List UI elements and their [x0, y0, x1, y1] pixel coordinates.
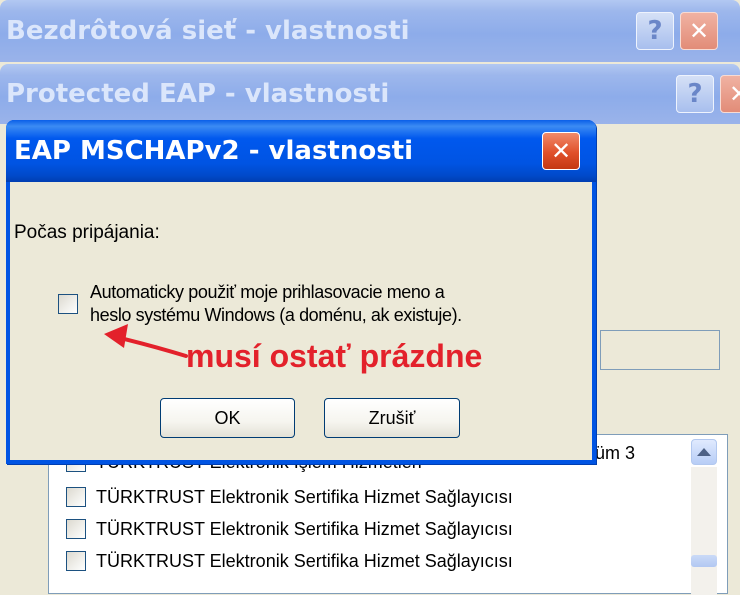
mschapv2-close-button[interactable]: ✕ [542, 132, 580, 170]
chevron-up-icon [697, 448, 711, 456]
peap-titlebar[interactable]: Protected EAP - vlastnosti [0, 64, 740, 124]
auto-windows-logon-label-line2: heslo systému Windows (a doménu, ak exis… [90, 305, 462, 325]
ok-label: OK [214, 407, 241, 428]
certificate-label: TÜRKTRUST Elektronik Sertifika Hizmet Sa… [96, 550, 513, 571]
server-name-field[interactable] [600, 330, 720, 370]
certificate-checkbox[interactable] [66, 551, 86, 571]
wireless-close-button[interactable]: ✕ [680, 12, 718, 50]
cancel-label: Zrušiť [368, 407, 416, 428]
close-icon: ✕ [729, 80, 740, 108]
list-item[interactable]: TÜRKTRUST Elektronik Sertifika Hizmet Sa… [66, 514, 513, 544]
ok-button[interactable]: OK [160, 398, 295, 438]
peap-title: Protected EAP - vlastnosti [6, 79, 390, 109]
wireless-help-button[interactable]: ? [636, 12, 674, 50]
wireless-titlebar[interactable]: Bezdrôtová sieť - vlastnosti [0, 0, 740, 62]
list-item[interactable]: TÜRKTRUST Elektronik Sertifika Hizmet Sa… [66, 546, 513, 576]
list-item[interactable]: TÜRKTRUST Elektronik Sertifika Hizmet Sa… [66, 482, 513, 512]
help-icon: ? [647, 16, 663, 46]
peap-help-button[interactable]: ? [676, 75, 714, 113]
mschapv2-dialog: EAP MSCHAPv2 - vlastnosti ✕ Počas pripáj… [6, 120, 596, 464]
mschapv2-title: EAP MSCHAPv2 - vlastnosti [14, 136, 414, 166]
certificate-label: TÜRKTRUST Elektronik Sertifika Hizmet Sa… [96, 518, 513, 539]
peap-close-button[interactable]: ✕ [720, 75, 740, 113]
close-icon: ✕ [688, 17, 710, 45]
close-icon: ✕ [550, 137, 572, 165]
cancel-button[interactable]: Zrušiť [324, 398, 460, 438]
help-icon: ? [687, 79, 703, 109]
auto-windows-logon-checkbox[interactable] [58, 294, 78, 314]
connection-prompt: Počas pripájania: [14, 222, 160, 243]
list-scrollbar-track[interactable] [691, 467, 717, 595]
mschapv2-body: Počas pripájania: Automaticky použiť moj… [10, 182, 592, 460]
certificate-checkbox[interactable] [66, 487, 86, 507]
list-scroll-up-button[interactable] [691, 439, 717, 465]
annotation-text: musí ostať prázdne [186, 338, 483, 374]
list-scroll-thumb[interactable] [691, 555, 717, 567]
wireless-title: Bezdrôtová sieť - vlastnosti [6, 16, 410, 46]
auto-windows-logon-label-line1: Automaticky použiť moje prihlasovacie me… [90, 282, 445, 302]
certificate-label: TÜRKTRUST Elektronik Sertifika Hizmet Sa… [96, 486, 513, 507]
certificate-checkbox[interactable] [66, 519, 86, 539]
mschapv2-titlebar[interactable]: EAP MSCHAPv2 - vlastnosti [6, 120, 596, 182]
